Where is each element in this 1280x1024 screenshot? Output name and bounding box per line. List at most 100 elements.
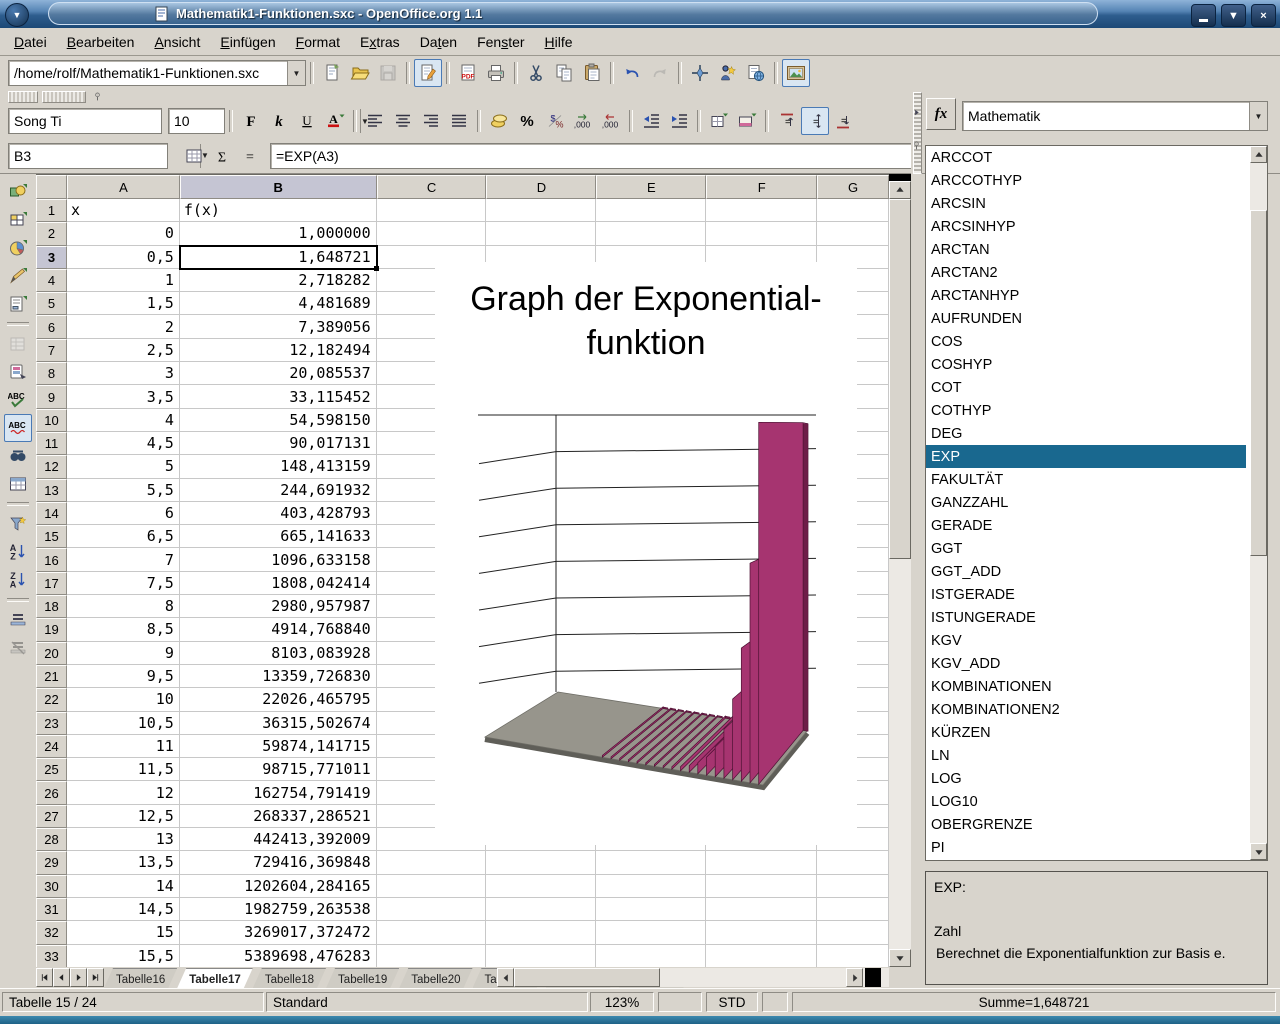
sort-descending-button[interactable]: ZA xyxy=(4,566,32,594)
cell-A6[interactable]: 2 xyxy=(67,315,180,338)
cell-B13[interactable]: 244,691932 xyxy=(180,479,377,502)
function-list-item-arctan2[interactable]: ARCTAN2 xyxy=(926,261,1246,284)
row-header-30[interactable]: 30 xyxy=(36,875,67,898)
function-list-item-cot[interactable]: COT xyxy=(926,376,1246,399)
cell-D2[interactable] xyxy=(486,222,596,245)
cell-A25[interactable]: 11,5 xyxy=(67,758,180,781)
menu-ansicht[interactable]: Ansicht xyxy=(144,31,210,53)
edit-file-button[interactable] xyxy=(414,59,442,87)
horizontal-split-box[interactable] xyxy=(865,968,881,987)
function-list-item-istungerade[interactable]: ISTUNGERADE xyxy=(926,606,1246,629)
maximize-button[interactable]: ▼ xyxy=(1221,4,1246,27)
cell-reference-input[interactable] xyxy=(9,144,200,168)
cell-A7[interactable]: 2,5 xyxy=(67,339,180,362)
function-list-item-log[interactable]: LOG xyxy=(926,767,1246,790)
new-document-button[interactable] xyxy=(318,59,346,87)
splitter-pin-icon[interactable] xyxy=(911,138,922,154)
cell-A1[interactable]: x xyxy=(67,199,180,222)
row-header-20[interactable]: 20 xyxy=(36,642,67,665)
cell-A29[interactable]: 13,5 xyxy=(67,851,180,874)
horizontal-scroll-thumb[interactable] xyxy=(514,968,660,987)
function-list-item-arctan[interactable]: ARCTAN xyxy=(926,238,1246,261)
column-header-B[interactable]: B xyxy=(180,175,377,199)
column-header-F[interactable]: F xyxy=(706,175,817,199)
cell-C29[interactable] xyxy=(377,851,487,874)
column-header-C[interactable]: C xyxy=(377,175,487,199)
insert-form-button[interactable] xyxy=(4,290,32,318)
cell-B9[interactable]: 33,115452 xyxy=(180,385,377,408)
cell-E29[interactable] xyxy=(596,851,706,874)
function-list-item-ggt_add[interactable]: GGT_ADD xyxy=(926,560,1246,583)
row-header-25[interactable]: 25 xyxy=(36,758,67,781)
cell-B26[interactable]: 162754,791419 xyxy=(180,781,377,804)
underline-button[interactable]: U xyxy=(293,107,321,135)
cell-A21[interactable]: 9,5 xyxy=(67,665,180,688)
row-header-14[interactable]: 14 xyxy=(36,502,67,525)
panel-splitter[interactable] xyxy=(911,90,922,988)
status-zoom[interactable]: 123% xyxy=(590,992,654,1012)
cell-D33[interactable] xyxy=(486,945,596,968)
function-list-item-arctanhyp[interactable]: ARCTANHYP xyxy=(926,284,1246,307)
cell-A11[interactable]: 4,5 xyxy=(67,432,180,455)
autofilter-button[interactable] xyxy=(4,510,32,538)
cell-A27[interactable]: 12,5 xyxy=(67,805,180,828)
cell-B30[interactable]: 1202604,284165 xyxy=(180,875,377,898)
cell-G33[interactable] xyxy=(817,945,889,968)
cell-B33[interactable]: 5389698,476283 xyxy=(180,945,377,968)
cell-A23[interactable]: 10,5 xyxy=(67,712,180,735)
cell-A22[interactable]: 10 xyxy=(67,688,180,711)
cell-G1[interactable] xyxy=(817,199,889,222)
sheet-tab-tabelle17[interactable]: Tabelle17 xyxy=(177,968,253,988)
row-header-19[interactable]: 19 xyxy=(36,618,67,641)
row-header-3[interactable]: 3 xyxy=(36,246,67,269)
row-header-1[interactable]: 1 xyxy=(36,199,67,222)
font-size-combo[interactable]: ▼ xyxy=(168,108,225,134)
cell-E2[interactable] xyxy=(596,222,706,245)
row-header-17[interactable]: 17 xyxy=(36,572,67,595)
menu-daten[interactable]: Daten xyxy=(410,31,467,53)
sheet-tab-tabelle19[interactable]: Tabelle19 xyxy=(326,968,399,988)
menu-extras[interactable]: Extras xyxy=(350,31,410,53)
spellcheck-button[interactable]: ABC xyxy=(4,386,32,414)
cell-F30[interactable] xyxy=(706,875,817,898)
export-pdf-button[interactable]: PDF xyxy=(454,59,482,87)
sum-button[interactable]: Σ xyxy=(208,142,236,170)
row-header-5[interactable]: 5 xyxy=(36,292,67,315)
function-list-item-pi[interactable]: PI xyxy=(926,836,1246,859)
function-list-item-exp[interactable]: EXP xyxy=(926,445,1246,468)
cell-D32[interactable] xyxy=(486,921,596,944)
list-scroll-down-button[interactable] xyxy=(1250,843,1267,860)
cell-B24[interactable]: 59874,141715 xyxy=(180,735,377,758)
cell-B6[interactable]: 7,389056 xyxy=(180,315,377,338)
window-menu-button[interactable]: ▼ xyxy=(5,3,29,27)
row-header-16[interactable]: 16 xyxy=(36,548,67,571)
cell-C32[interactable] xyxy=(377,921,487,944)
cell-D31[interactable] xyxy=(486,898,596,921)
row-header-27[interactable]: 27 xyxy=(36,805,67,828)
decrease-indent-button[interactable] xyxy=(637,107,665,135)
draw-functions-button[interactable] xyxy=(4,262,32,290)
paste-button[interactable] xyxy=(578,59,606,87)
insert-button[interactable] xyxy=(4,178,32,206)
menu-einfgen[interactable]: Einfügen xyxy=(210,31,285,53)
cell-B1[interactable]: f(x) xyxy=(180,199,377,222)
cell-A26[interactable]: 12 xyxy=(67,781,180,804)
cell-B31[interactable]: 1982759,263538 xyxy=(180,898,377,921)
row-header-32[interactable]: 32 xyxy=(36,921,67,944)
list-scroll-up-button[interactable] xyxy=(1250,146,1267,163)
column-header-D[interactable]: D xyxy=(486,175,596,199)
cell-A18[interactable]: 8 xyxy=(67,595,180,618)
function-list-item-arcsinhyp[interactable]: ARCSINHYP xyxy=(926,215,1246,238)
tab-scroll-last-button[interactable] xyxy=(87,968,104,987)
cell-C33[interactable] xyxy=(377,945,487,968)
cell-B12[interactable]: 148,413159 xyxy=(180,455,377,478)
function-list-item-cothyp[interactable]: COTHYP xyxy=(926,399,1246,422)
cell-C2[interactable] xyxy=(377,222,487,245)
function-autopilot-button[interactable]: fx xyxy=(926,98,956,130)
row-header-10[interactable]: 10 xyxy=(36,409,67,432)
insert-chart-button[interactable] xyxy=(4,234,32,262)
formula-input[interactable] xyxy=(271,144,916,168)
row-header-21[interactable]: 21 xyxy=(36,665,67,688)
horizontal-scrollbar[interactable] xyxy=(497,968,889,987)
font-name-combo[interactable]: ▼ xyxy=(8,108,162,134)
